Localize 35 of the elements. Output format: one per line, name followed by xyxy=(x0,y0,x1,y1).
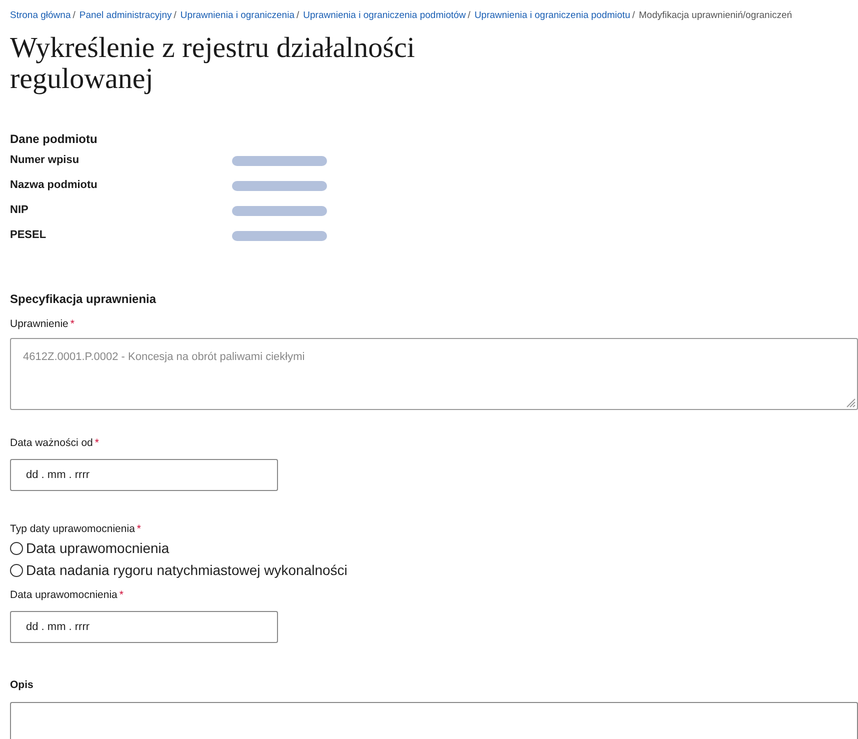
breadcrumb-link[interactable]: Strona główna xyxy=(10,10,71,21)
radio-label: Data uprawomocnienia xyxy=(26,538,170,558)
date-field[interactable]: dd . mm . rrrr xyxy=(10,458,278,490)
breadcrumb-link[interactable]: Panel administracyjny xyxy=(79,10,172,21)
field-label: Data ważności od xyxy=(10,436,93,449)
breadcrumb-link[interactable]: Uprawnienia i ograniczenia xyxy=(180,10,294,21)
field-label: Uprawnienie xyxy=(10,318,68,330)
resize-grip-icon[interactable] xyxy=(846,398,856,408)
field-label: Opis xyxy=(10,679,34,691)
section-heading: Dane podmiotu xyxy=(10,131,98,148)
field-label: NIP xyxy=(10,203,30,218)
field-label: Nazwa podmiotu xyxy=(10,178,98,194)
required-mark: * xyxy=(136,522,141,534)
breadcrumb-separator: / xyxy=(468,10,470,21)
radio-button[interactable] xyxy=(10,542,23,555)
breadcrumb-link[interactable]: Uprawnienia i ograniczenia podmiotów xyxy=(303,10,466,21)
radio-button[interactable] xyxy=(10,564,23,577)
breadcrumb-current: Modyfikacja uprawnieniń/ograniczeń xyxy=(638,10,792,21)
field-label: PESEL xyxy=(10,228,48,244)
field-label: Data uprawomocnienia xyxy=(10,589,118,602)
breadcrumb-separator: / xyxy=(296,10,300,21)
breadcrumb-separator: / xyxy=(72,10,76,21)
required-mark: * xyxy=(94,436,99,449)
required-mark: * xyxy=(70,318,74,330)
required-mark: * xyxy=(119,589,124,602)
page-title: Wykreślenie z rejestru działalności regulowanej xyxy=(10,33,416,95)
radio-label: Data nadania rygoru natychmiastowej wykonalności xyxy=(26,560,348,580)
date-field[interactable]: dd . mm . rrrr xyxy=(10,611,278,643)
field-label: Typ daty uprawomocnienia xyxy=(10,522,135,534)
field-label: Numer wpisu xyxy=(10,153,80,168)
text-area[interactable]: 4612Z.0001.P.0002 - Koncesja na obrót paliwami ciekłymi xyxy=(10,338,858,410)
breadcrumb-separator: / xyxy=(632,10,635,21)
breadcrumb-link[interactable]: Uprawnienia i ograniczenia podmiotu xyxy=(474,10,630,21)
breadcrumb-separator: / xyxy=(174,10,176,21)
section-heading: Specyfikacja uprawnienia xyxy=(10,291,158,308)
